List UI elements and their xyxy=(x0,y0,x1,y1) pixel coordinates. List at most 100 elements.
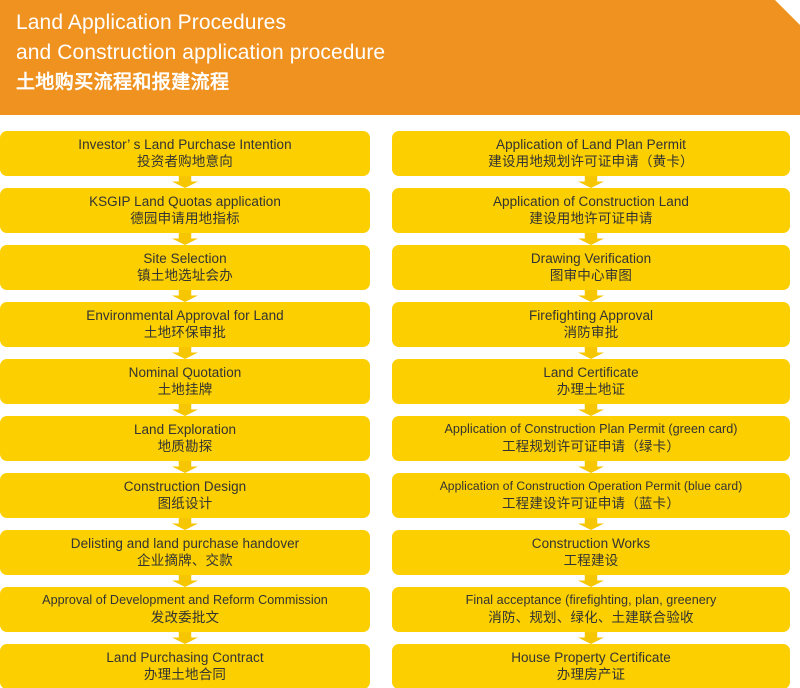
arrow-down-icon xyxy=(578,461,604,473)
arrow-down-icon xyxy=(172,290,198,302)
flow-node-label-en: Approval of Development and Reform Commi… xyxy=(42,593,328,607)
flow-node-wrapper: Application of Construction Operation Pe… xyxy=(392,473,790,518)
flow-node-label-en: Nominal Quotation xyxy=(128,365,242,380)
flow-arrow-left-7 xyxy=(0,518,370,530)
flow-node-wrapper: Investor’ s Land Purchase Intention 投资者购… xyxy=(0,131,370,176)
flow-node-label-cn: 投资者购地意向 xyxy=(137,154,233,170)
flow-node-label-en: Land Certificate xyxy=(543,365,639,380)
flow-node-label-cn: 德园申请用地指标 xyxy=(130,211,240,227)
flow-arrow-right-5 xyxy=(392,404,790,416)
page-title-line-1: Land Application Procedures xyxy=(16,11,287,34)
flow-node-label-cn: 企业摘牌、交款 xyxy=(137,553,233,569)
flow-node-left-8[interactable]: Delisting and land purchase handover 企业摘… xyxy=(0,530,370,575)
flow-arrow-right-2 xyxy=(392,233,790,245)
flow-node-label-cn: 办理房产证 xyxy=(556,667,626,683)
flow-node-label-cn: 建设用地许可证申请 xyxy=(529,211,653,227)
flow-node-label-en: Application of Land Plan Permit xyxy=(496,137,686,152)
flow-node-label-en: Construction Works xyxy=(531,536,651,551)
flow-arrow-right-7 xyxy=(392,518,790,530)
header-text-block: Land Application Procedures and Construc… xyxy=(16,8,800,96)
arrow-down-icon xyxy=(578,347,604,359)
flow-node-left-1[interactable]: Investor’ s Land Purchase Intention 投资者购… xyxy=(0,131,370,176)
flow-node-left-9[interactable]: Approval of Development and Reform Commi… xyxy=(0,587,370,632)
arrow-down-icon xyxy=(578,518,604,530)
flow-node-right-10[interactable]: House Property Certificate 办理房产证 xyxy=(392,644,790,688)
left-flow-column: Investor’ s Land Purchase Intention 投资者购… xyxy=(0,115,370,688)
flow-arrow-left-1 xyxy=(0,176,370,188)
flow-node-right-1[interactable]: Application of Land Plan Permit 建设用地规划许可… xyxy=(392,131,790,176)
flow-node-label-cn: 发改委批文 xyxy=(150,610,220,626)
arrow-down-icon xyxy=(172,347,198,359)
flow-node-wrapper: Application of Land Plan Permit 建设用地规划许可… xyxy=(392,131,790,176)
flow-node-wrapper: Construction Works 工程建设 xyxy=(392,530,790,575)
arrow-down-icon xyxy=(172,233,198,245)
flow-node-right-7[interactable]: Application of Construction Operation Pe… xyxy=(392,473,790,518)
arrow-down-icon xyxy=(172,518,198,530)
arrow-down-icon xyxy=(578,290,604,302)
page-title-line-2: and Construction application procedure xyxy=(16,41,386,64)
flow-node-label-cn: 消防、规划、绿化、土建联合验收 xyxy=(488,610,694,626)
flow-node-label-en: Land Exploration xyxy=(133,422,237,437)
flow-node-wrapper: House Property Certificate 办理房产证 xyxy=(392,644,790,688)
arrow-down-icon xyxy=(172,176,198,188)
flow-node-right-2[interactable]: Application of Construction Land 建设用地许可证… xyxy=(392,188,790,233)
flow-node-left-4[interactable]: Environmental Approval for Land 土地环保审批 xyxy=(0,302,370,347)
flow-node-wrapper: Application of Construction Plan Permit … xyxy=(392,416,790,461)
flow-node-label-cn: 工程建设 xyxy=(563,553,619,569)
arrow-down-icon xyxy=(172,575,198,587)
flow-node-label-en: Final acceptance (firefighting, plan, gr… xyxy=(465,593,717,607)
arrow-down-icon xyxy=(578,404,604,416)
flow-node-left-10[interactable]: Land Purchasing Contract 办理土地合同 xyxy=(0,644,370,688)
flow-node-label-cn: 办理土地证 xyxy=(556,382,626,398)
flow-node-left-2[interactable]: KSGIP Land Quotas application 德园申请用地指标 xyxy=(0,188,370,233)
flow-arrow-right-8 xyxy=(392,575,790,587)
flow-arrow-right-9 xyxy=(392,632,790,644)
flow-node-label-en: Site Selection xyxy=(143,251,227,266)
flow-node-label-en: Construction Design xyxy=(123,479,247,494)
flow-node-left-5[interactable]: Nominal Quotation 土地挂牌 xyxy=(0,359,370,404)
flow-node-left-3[interactable]: Site Selection 镇土地选址会办 xyxy=(0,245,370,290)
flow-node-wrapper: Land Certificate 办理土地证 xyxy=(392,359,790,404)
flow-node-label-en: House Property Certificate xyxy=(511,650,671,665)
arrow-down-icon xyxy=(172,461,198,473)
flow-node-label-cn: 图审中心审图 xyxy=(549,268,633,284)
flow-arrow-left-4 xyxy=(0,347,370,359)
flowchart-body: Investor’ s Land Purchase Intention 投资者购… xyxy=(0,115,800,688)
flow-node-wrapper: Firefighting Approval 消防审批 xyxy=(392,302,790,347)
flow-node-label-cn: 土地环保审批 xyxy=(143,325,227,341)
flow-node-right-5[interactable]: Land Certificate 办理土地证 xyxy=(392,359,790,404)
flow-node-label-en: Drawing Verification xyxy=(530,251,652,266)
flow-node-right-6[interactable]: Application of Construction Plan Permit … xyxy=(392,416,790,461)
arrow-down-icon xyxy=(578,575,604,587)
flow-node-label-cn: 镇土地选址会办 xyxy=(137,268,233,284)
flow-node-wrapper: Environmental Approval for Land 土地环保审批 xyxy=(0,302,370,347)
flow-node-left-7[interactable]: Construction Design 图纸设计 xyxy=(0,473,370,518)
flow-node-wrapper: KSGIP Land Quotas application 德园申请用地指标 xyxy=(0,188,370,233)
flow-node-wrapper: Land Purchasing Contract 办理土地合同 xyxy=(0,644,370,688)
flow-node-label-cn: 工程建设许可证申请（蓝卡） xyxy=(501,496,681,512)
flowchart-page: Land Application Procedures and Construc… xyxy=(0,0,800,688)
flow-node-wrapper: Nominal Quotation 土地挂牌 xyxy=(0,359,370,404)
flow-node-label-cn: 土地挂牌 xyxy=(157,382,213,398)
flow-arrow-right-6 xyxy=(392,461,790,473)
flow-node-label-en: Delisting and land purchase handover xyxy=(70,536,300,551)
flow-node-left-6[interactable]: Land Exploration 地质勘探 xyxy=(0,416,370,461)
page-title-chinese: 土地购买流程和报建流程 xyxy=(16,71,230,93)
flow-node-right-4[interactable]: Firefighting Approval 消防审批 xyxy=(392,302,790,347)
flow-node-label-cn: 消防审批 xyxy=(563,325,619,341)
arrow-down-icon xyxy=(172,632,198,644)
flow-node-wrapper: Final acceptance (firefighting, plan, gr… xyxy=(392,587,790,632)
flow-node-label-cn: 工程规划许可证申请（绿卡） xyxy=(501,439,681,455)
flow-node-label-cn: 办理土地合同 xyxy=(143,667,227,683)
flow-node-right-9[interactable]: Final acceptance (firefighting, plan, gr… xyxy=(392,587,790,632)
flow-node-label-en: Land Purchasing Contract xyxy=(106,650,264,665)
flow-node-label-cn: 地质勘探 xyxy=(157,439,213,455)
flow-node-right-3[interactable]: Drawing Verification 图审中心审图 xyxy=(392,245,790,290)
flow-node-wrapper: Approval of Development and Reform Commi… xyxy=(0,587,370,632)
flow-node-right-8[interactable]: Construction Works 工程建设 xyxy=(392,530,790,575)
flow-node-label-en: Environmental Approval for Land xyxy=(86,308,284,323)
arrow-down-icon xyxy=(172,404,198,416)
flow-node-wrapper: Construction Design 图纸设计 xyxy=(0,473,370,518)
flow-node-label-en: Application of Construction Plan Permit … xyxy=(444,422,738,436)
flow-node-wrapper: Site Selection 镇土地选址会办 xyxy=(0,245,370,290)
